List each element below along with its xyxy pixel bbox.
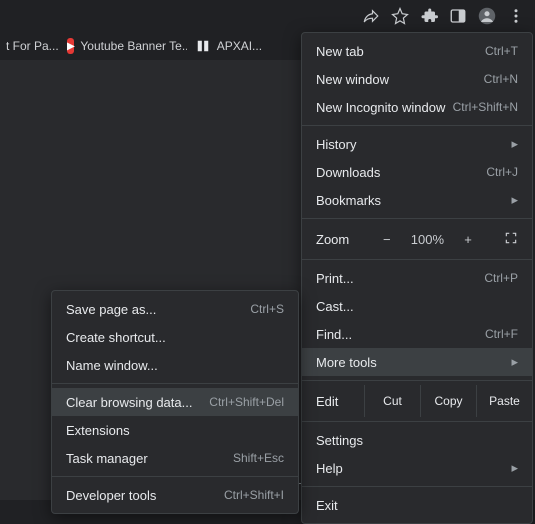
zoom-value: 100%: [411, 232, 444, 247]
zoom-in-button[interactable]: +: [460, 232, 476, 247]
separator: [52, 383, 298, 384]
browser-toolbar: [362, 0, 535, 32]
bookmark-item[interactable]: APXAI...: [195, 38, 262, 54]
menu-help[interactable]: Help▸: [302, 454, 532, 482]
menu-cast[interactable]: Cast...: [302, 292, 532, 320]
menu-exit[interactable]: Exit: [302, 491, 532, 519]
chevron-right-icon: ▸: [511, 460, 518, 476]
bookmark-item[interactable]: t For Pa...: [6, 39, 59, 53]
separator: [302, 259, 532, 260]
separator: [302, 380, 532, 381]
bookmark-item[interactable]: ▶Youtube Banner Te...: [67, 38, 187, 54]
menu-new-tab[interactable]: New tabCtrl+T: [302, 37, 532, 65]
favicon-apx-icon: [195, 38, 211, 54]
separator: [302, 218, 532, 219]
chevron-right-icon: ▸: [511, 192, 518, 208]
submenu-save-page[interactable]: Save page as...Ctrl+S: [52, 295, 298, 323]
separator: [302, 125, 532, 126]
edit-paste-button[interactable]: Paste: [476, 385, 532, 417]
fullscreen-icon[interactable]: [504, 231, 518, 248]
menu-edit: Edit Cut Copy Paste: [302, 385, 532, 417]
submenu-extensions[interactable]: Extensions: [52, 416, 298, 444]
menu-new-incognito[interactable]: New Incognito windowCtrl+Shift+N: [302, 93, 532, 121]
main-menu: New tabCtrl+T New windowCtrl+N New Incog…: [301, 32, 533, 524]
menu-find[interactable]: Find...Ctrl+F: [302, 320, 532, 348]
star-icon[interactable]: [391, 7, 409, 25]
submenu-name-window[interactable]: Name window...: [52, 351, 298, 379]
chevron-right-icon: ▸: [511, 136, 518, 152]
menu-settings[interactable]: Settings: [302, 426, 532, 454]
chevron-right-icon: ▸: [511, 354, 518, 370]
separator: [52, 476, 298, 477]
kebab-icon[interactable]: [507, 7, 525, 25]
separator: [302, 421, 532, 422]
favicon-youtube-icon: ▶: [67, 38, 75, 54]
menu-zoom: Zoom − 100% +: [302, 223, 532, 255]
extensions-icon[interactable]: [420, 7, 438, 25]
menu-bookmarks[interactable]: Bookmarks▸: [302, 186, 532, 214]
edit-cut-button[interactable]: Cut: [364, 385, 420, 417]
share-icon[interactable]: [362, 7, 380, 25]
menu-history[interactable]: History▸: [302, 130, 532, 158]
menu-downloads[interactable]: DownloadsCtrl+J: [302, 158, 532, 186]
more-tools-submenu: Save page as...Ctrl+S Create shortcut...…: [51, 290, 299, 514]
separator: [302, 486, 532, 487]
submenu-developer-tools[interactable]: Developer toolsCtrl+Shift+I: [52, 481, 298, 509]
sidepanel-icon[interactable]: [449, 7, 467, 25]
submenu-clear-browsing-data[interactable]: Clear browsing data...Ctrl+Shift+Del: [52, 388, 298, 416]
submenu-create-shortcut[interactable]: Create shortcut...: [52, 323, 298, 351]
avatar-icon[interactable]: [478, 7, 496, 25]
edit-copy-button[interactable]: Copy: [420, 385, 476, 417]
submenu-task-manager[interactable]: Task managerShift+Esc: [52, 444, 298, 472]
menu-print[interactable]: Print...Ctrl+P: [302, 264, 532, 292]
menu-more-tools[interactable]: More tools▸: [302, 348, 532, 376]
menu-new-window[interactable]: New windowCtrl+N: [302, 65, 532, 93]
zoom-out-button[interactable]: −: [379, 232, 395, 247]
